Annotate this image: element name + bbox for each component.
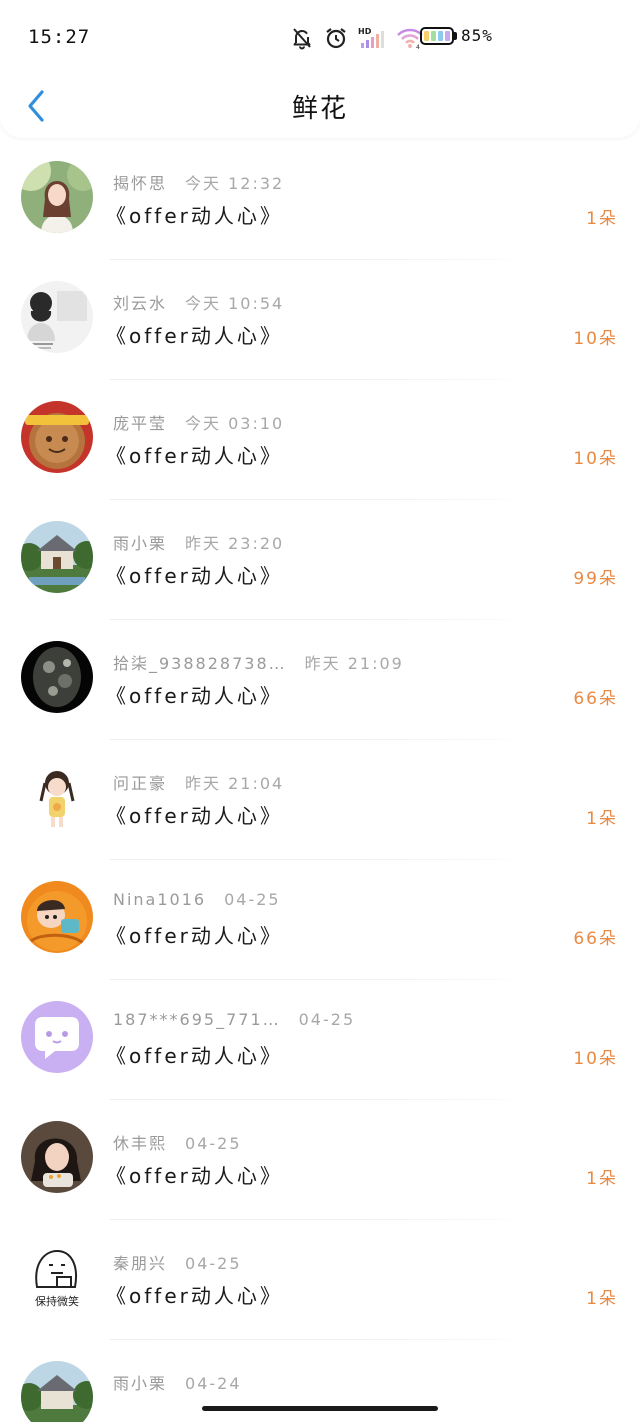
status-time: 15:27 <box>28 26 91 48</box>
gift-title: 《offer动人心》 <box>106 324 283 348</box>
list-item[interactable]: 187***695_771… 04-25 《offer动人心》 10朵 <box>0 980 640 1100</box>
avatar[interactable] <box>21 1361 93 1422</box>
user-name: 187***695_771… <box>113 1010 281 1029</box>
user-name: 秦朋兴 <box>113 1254 168 1273</box>
user-name: 庞平莹 <box>113 414 168 433</box>
status-bar: 15:27 HD 4 85% <box>0 0 640 76</box>
list-item[interactable]: 庞平莹 今天 03:10 《offer动人心》 10朵 <box>0 380 640 500</box>
gift-time: 04-25 <box>224 890 281 909</box>
user-name: 拾柒_938828738… <box>113 654 287 673</box>
gift-count: 66朵 <box>573 689 618 709</box>
list-item[interactable]: 问正豪 昨天 21:04 《offer动人心》 1朵 <box>0 740 640 860</box>
list-item[interactable]: Nina1016 04-25 《offer动人心》 66朵 <box>0 860 640 980</box>
user-name: 刘云水 <box>113 294 168 313</box>
gift-time: 昨天 23:20 <box>185 534 285 553</box>
gift-count: 99朵 <box>573 569 618 589</box>
user-name: Nina1016 <box>113 890 207 909</box>
list-item[interactable]: 刘云水 今天 10:54 《offer动人心》 10朵 <box>0 260 640 380</box>
gift-count: 10朵 <box>573 329 618 349</box>
gift-title: 《offer动人心》 <box>106 924 283 948</box>
gift-count: 10朵 <box>573 449 618 469</box>
gift-time: 昨天 21:09 <box>304 654 404 673</box>
avatar[interactable] <box>21 281 93 353</box>
avatar-caption: 保持微笑 <box>35 1294 79 1308</box>
mute-bell-icon <box>290 26 314 50</box>
battery-indicator: 85% <box>420 26 493 45</box>
avatar[interactable] <box>21 161 93 233</box>
gift-time: 04-25 <box>298 1010 356 1029</box>
user-name: 问正豪 <box>113 774 168 793</box>
list-item[interactable]: 雨小栗 昨天 23:20 《offer动人心》 99朵 <box>0 500 640 620</box>
gift-count: 1朵 <box>586 809 618 829</box>
gift-title: 《offer动人心》 <box>106 444 283 468</box>
avatar[interactable] <box>21 761 93 833</box>
alarm-icon <box>324 26 348 50</box>
gift-title: 《offer动人心》 <box>106 204 283 228</box>
gift-title: 《offer动人心》 <box>106 1164 283 1188</box>
gift-count: 66朵 <box>573 929 618 949</box>
gift-count: 1朵 <box>586 1169 618 1189</box>
list-item[interactable]: 休丰熙 04-25 《offer动人心》 1朵 <box>0 1100 640 1220</box>
gift-time: 今天 12:32 <box>185 174 285 193</box>
gift-count: 10朵 <box>573 1049 618 1069</box>
gift-time: 04-25 <box>185 1254 242 1273</box>
avatar[interactable] <box>21 521 93 593</box>
gift-time: 今天 03:10 <box>185 414 285 433</box>
gift-time: 04-24 <box>185 1374 242 1393</box>
avatar[interactable]: 保持微笑 <box>21 1241 93 1313</box>
list-item[interactable]: 保持微笑 秦朋兴 04-25 《offer动人心》 1朵 <box>0 1220 640 1340</box>
gift-title: 《offer动人心》 <box>106 564 283 588</box>
avatar[interactable] <box>21 401 93 473</box>
avatar[interactable] <box>21 641 93 713</box>
status-icons: HD 4 <box>290 24 424 52</box>
gift-time: 昨天 21:04 <box>185 774 285 793</box>
user-name: 休丰熙 <box>113 1134 168 1153</box>
gift-title: 《offer动人心》 <box>106 684 283 708</box>
gift-count: 1朵 <box>586 209 618 229</box>
svg-text:HD: HD <box>358 27 372 36</box>
avatar[interactable] <box>21 1121 93 1193</box>
gift-time: 今天 10:54 <box>185 294 285 313</box>
page-title: 鲜花 <box>291 94 348 124</box>
home-indicator[interactable] <box>202 1406 438 1411</box>
gift-title: 《offer动人心》 <box>106 1044 283 1068</box>
gift-time: 04-25 <box>185 1134 242 1153</box>
user-name: 雨小栗 <box>113 534 168 553</box>
flowers-screen: 15:27 HD 4 85% 鲜花 揭怀思 今天 12:32 《offer动人心… <box>0 0 640 1422</box>
list-item[interactable]: 拾柒_938828738… 昨天 21:09 《offer动人心》 66朵 <box>0 620 640 740</box>
avatar[interactable] <box>21 881 93 953</box>
nav-bar: 鲜花 <box>0 76 640 136</box>
gift-list[interactable]: 揭怀思 今天 12:32 《offer动人心》 1朵 刘云水 今天 10:54 … <box>0 140 640 1422</box>
user-name: 雨小栗 <box>113 1374 168 1393</box>
header: 15:27 HD 4 85% 鲜花 <box>0 0 640 138</box>
battery-icon <box>420 26 454 45</box>
gift-title: 《offer动人心》 <box>106 1284 283 1308</box>
list-item[interactable]: 揭怀思 今天 12:32 《offer动人心》 1朵 <box>0 140 640 260</box>
user-name: 揭怀思 <box>113 174 168 193</box>
avatar[interactable] <box>21 1001 93 1073</box>
gift-count: 1朵 <box>586 1289 618 1309</box>
gift-title: 《offer动人心》 <box>106 804 283 828</box>
hd-signal-icon: HD <box>358 26 386 50</box>
battery-level: 85% <box>461 26 493 45</box>
